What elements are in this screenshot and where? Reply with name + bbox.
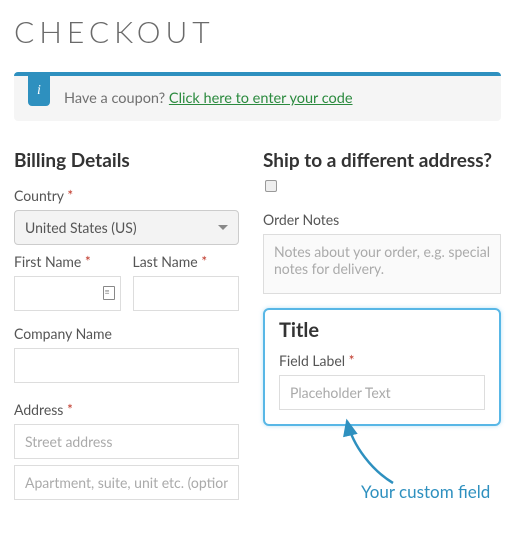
contact-card-icon bbox=[103, 286, 115, 300]
annotation-label: Your custom field bbox=[361, 481, 490, 502]
ship-heading: Ship to a different address? bbox=[263, 149, 501, 197]
custom-field-label: Field Label * bbox=[279, 352, 485, 369]
coupon-link[interactable]: Click here to enter your code bbox=[169, 90, 353, 107]
first-name-label-text: First Name bbox=[14, 253, 81, 270]
ship-different-checkbox[interactable] bbox=[265, 180, 277, 192]
page-title: CHECKOUT bbox=[14, 14, 501, 50]
custom-field-title: Title bbox=[279, 318, 485, 342]
order-notes-input[interactable] bbox=[263, 234, 501, 294]
required-marker: * bbox=[67, 187, 73, 204]
country-label-text: Country bbox=[14, 187, 64, 204]
required-marker: * bbox=[201, 253, 207, 270]
last-name-input[interactable] bbox=[133, 276, 240, 311]
coupon-notice: i Have a coupon? Click here to enter you… bbox=[14, 72, 501, 121]
required-marker: * bbox=[85, 253, 91, 270]
required-marker: * bbox=[67, 401, 73, 418]
billing-heading: Billing Details bbox=[14, 149, 239, 173]
country-label: Country * bbox=[14, 187, 239, 204]
last-name-label-text: Last Name bbox=[133, 253, 198, 270]
company-label: Company Name bbox=[14, 325, 239, 342]
order-notes-label: Order Notes bbox=[263, 211, 501, 228]
custom-field-box: Title Field Label * bbox=[263, 308, 501, 426]
chevron-down-icon bbox=[218, 225, 228, 230]
country-select[interactable]: United States (US) bbox=[14, 210, 239, 245]
last-name-label: Last Name * bbox=[133, 253, 240, 270]
company-input[interactable] bbox=[14, 348, 239, 383]
ship-heading-text: Ship to a different address? bbox=[263, 149, 492, 172]
address-line2-input[interactable] bbox=[14, 465, 239, 500]
annotation-arrow-icon bbox=[333, 417, 413, 489]
coupon-notice-text: Have a coupon? bbox=[64, 90, 169, 107]
required-marker: * bbox=[349, 352, 355, 369]
info-icon: i bbox=[28, 76, 50, 106]
custom-field-label-text: Field Label bbox=[279, 352, 345, 369]
address-label-text: Address bbox=[14, 401, 63, 418]
address-line1-input[interactable] bbox=[14, 424, 239, 459]
first-name-label: First Name * bbox=[14, 253, 121, 270]
custom-field-input[interactable] bbox=[279, 375, 485, 410]
address-label: Address * bbox=[14, 401, 239, 418]
country-value: United States (US) bbox=[25, 219, 137, 236]
